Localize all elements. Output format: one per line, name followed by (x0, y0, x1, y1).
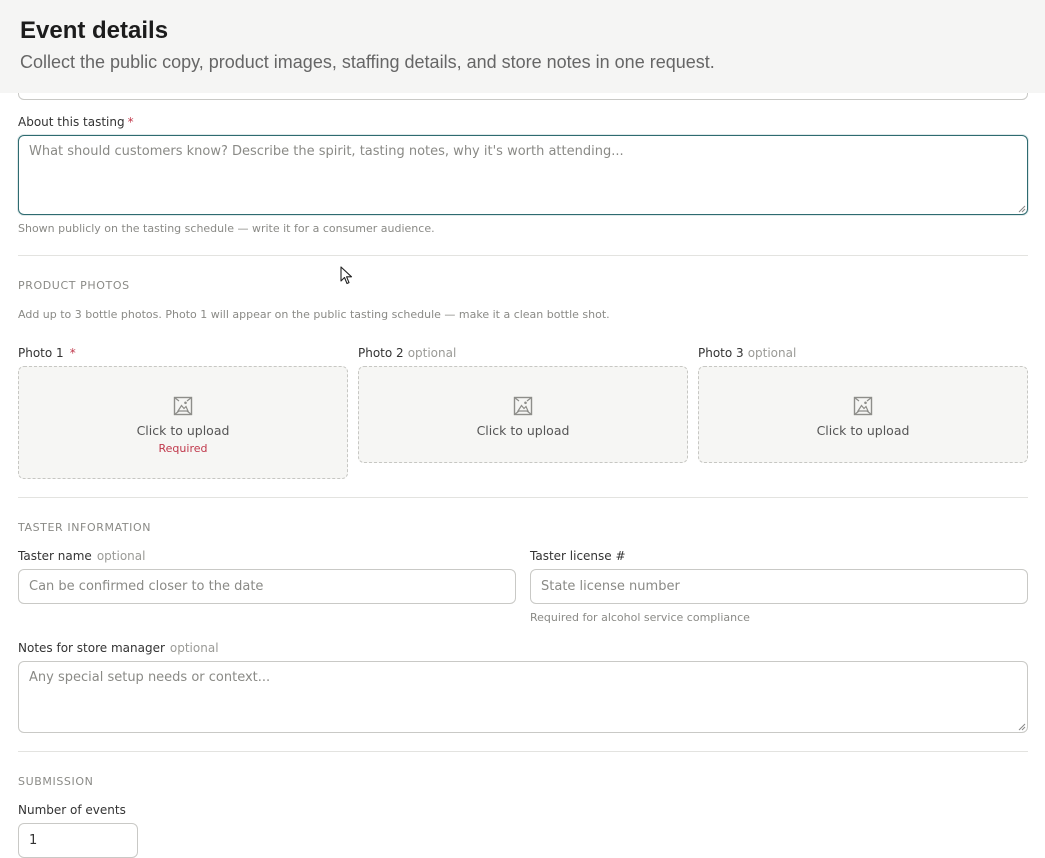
taster-license-hint: Required for alcohol service compliance (530, 611, 750, 624)
photo-3-upload[interactable]: Click to upload (698, 366, 1028, 463)
taster-license-input[interactable] (530, 569, 1028, 604)
photo-2-label: Photo 2 optional (358, 346, 456, 360)
about-label: About this tasting * (18, 115, 134, 129)
photo-1-label-text: Photo 1 (18, 346, 64, 360)
photo-3-label-text: Photo 3 (698, 346, 744, 360)
image-placeholder-icon (513, 396, 533, 416)
photo-1-upload[interactable]: Click to upload Required (18, 366, 348, 479)
photo-1-label: Photo 1 * (18, 346, 76, 360)
photo-3-label: Photo 3 optional (698, 346, 796, 360)
resize-handle-icon[interactable] (1018, 723, 1026, 731)
upload-prompt: Click to upload (476, 423, 570, 438)
optional-tag: optional (747, 346, 797, 360)
required-mark: * (127, 115, 134, 129)
upload-prompt: Click to upload (136, 423, 230, 438)
resize-handle-icon[interactable] (1018, 205, 1026, 213)
image-placeholder-icon (853, 396, 873, 416)
optional-tag: optional (96, 549, 146, 563)
taster-license-label: Taster license # (530, 549, 626, 563)
about-label-text: About this tasting (18, 115, 125, 129)
section-title-submission: SUBMISSION (18, 775, 94, 788)
divider (18, 255, 1028, 256)
about-tasting-textarea[interactable] (18, 135, 1028, 215)
photo-2-label-text: Photo 2 (358, 346, 404, 360)
product-photos-description: Add up to 3 bottle photos. Photo 1 will … (18, 308, 610, 321)
taster-name-label: Taster name optional (18, 549, 145, 563)
divider (18, 497, 1028, 498)
notes-label-text: Notes for store manager (18, 641, 165, 655)
section-title-taster-information: TASTER INFORMATION (18, 521, 152, 534)
mouse-cursor-icon (340, 266, 353, 285)
number-of-events-input[interactable] (18, 823, 138, 858)
page-title: Event details (20, 17, 169, 44)
optional-tag: optional (169, 641, 219, 655)
about-hint: Shown publicly on the tasting schedule —… (18, 222, 435, 235)
required-note: Required (158, 442, 208, 455)
notes-label: Notes for store manager optional (18, 641, 219, 655)
taster-name-label-text: Taster name (18, 549, 92, 563)
divider (18, 751, 1028, 752)
page-header: Event details Collect the public copy, p… (0, 0, 1045, 93)
image-placeholder-icon (173, 396, 193, 416)
taster-name-input[interactable] (18, 569, 516, 604)
store-notes-textarea[interactable] (18, 661, 1028, 733)
number-of-events-label: Number of events (18, 803, 126, 817)
section-title-product-photos: PRODUCT PHOTOS (18, 279, 130, 292)
photo-2-upload[interactable]: Click to upload (358, 366, 688, 463)
required-mark: * (69, 346, 76, 360)
optional-tag: optional (407, 346, 457, 360)
page-subtitle: Collect the public copy, product images,… (20, 52, 715, 72)
upload-prompt: Click to upload (816, 423, 910, 438)
